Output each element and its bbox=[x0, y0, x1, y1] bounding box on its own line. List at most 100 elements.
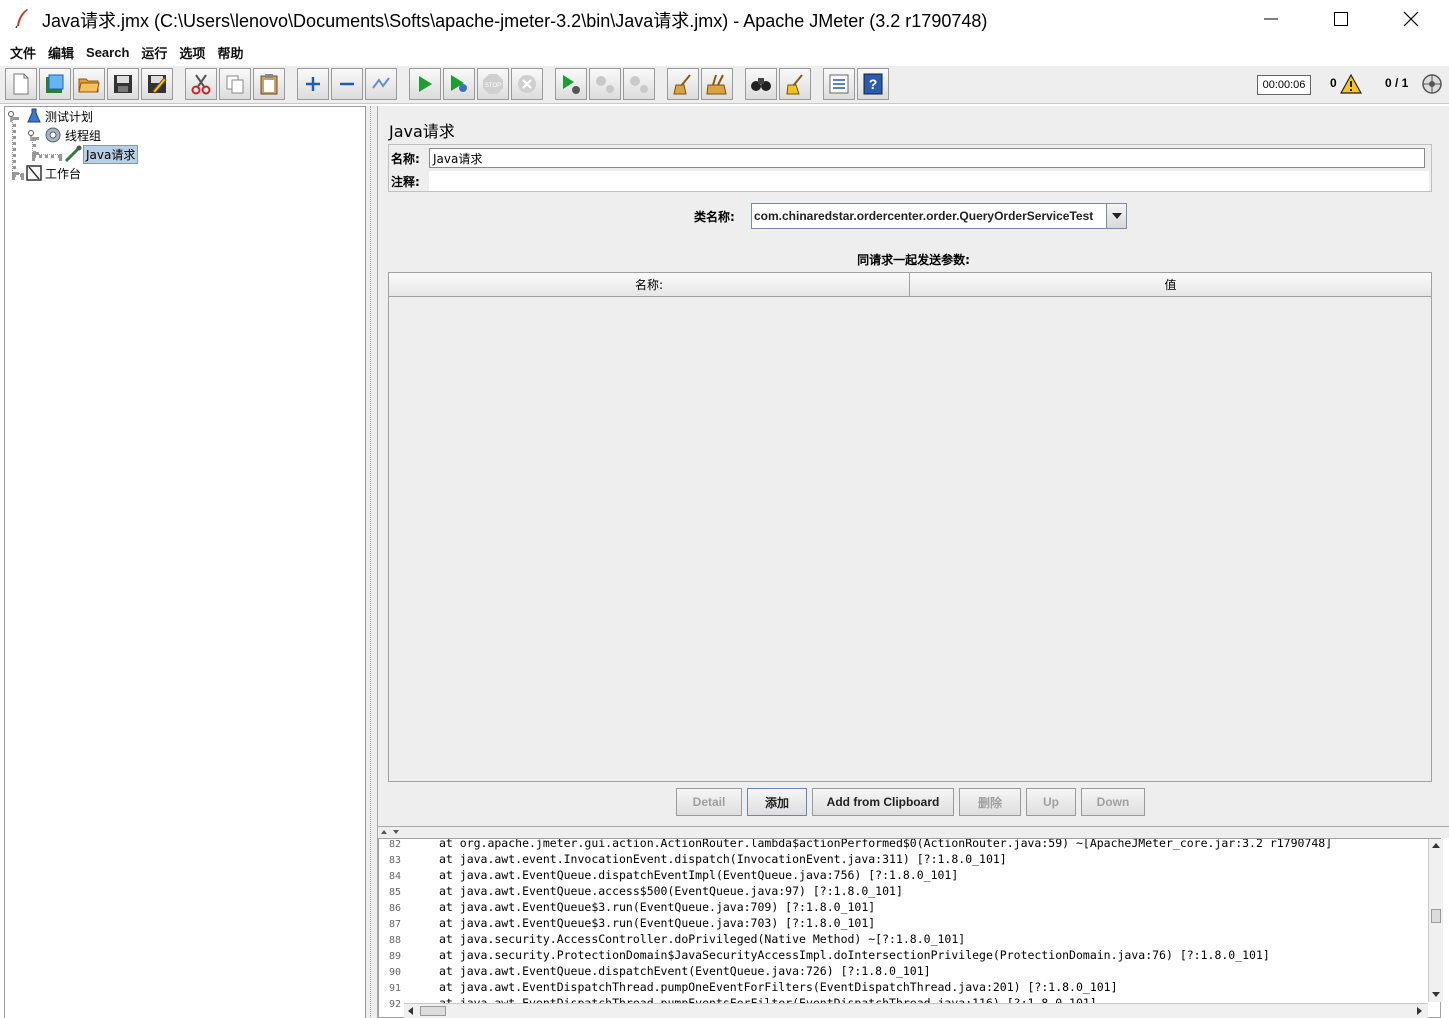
log-line: 82 at org.apache.jmeter.gui.action.Action… bbox=[388, 838, 1333, 850]
minimize-button[interactable] bbox=[1236, 0, 1306, 38]
copy-button[interactable] bbox=[219, 68, 251, 100]
name-comment-box: 名称: Java请求 注释: bbox=[388, 144, 1432, 192]
start-button[interactable] bbox=[409, 68, 441, 100]
comment-label: 注释: bbox=[391, 174, 420, 189]
remote-start-button[interactable] bbox=[555, 68, 587, 100]
chevron-down-icon[interactable] bbox=[1106, 204, 1126, 228]
classname-dropdown[interactable]: com.chinaredstar.ordercenter.order.Query… bbox=[751, 203, 1127, 229]
window-title: Java请求.jmx (C:\Users\lenovo\Documents\So… bbox=[42, 11, 988, 31]
collapse-all-button[interactable] bbox=[331, 68, 363, 100]
menu-edit[interactable]: 编辑 bbox=[42, 43, 80, 62]
elapsed-timer: 00:00:06 bbox=[1257, 75, 1311, 95]
name-field[interactable]: Java请求 bbox=[429, 148, 1425, 168]
toggle-icon bbox=[372, 77, 390, 89]
test-plan-icon bbox=[27, 108, 41, 123]
name-label: 名称: bbox=[391, 151, 420, 166]
detail-button[interactable]: Detail bbox=[676, 788, 742, 816]
shutdown-icon bbox=[518, 75, 536, 93]
reset-search-icon bbox=[786, 74, 803, 95]
search-button[interactable] bbox=[745, 68, 777, 100]
open-button[interactable] bbox=[73, 68, 105, 100]
stop-icon: STOP bbox=[483, 74, 503, 94]
log-line: 85 at java.awt.EventQueue.access$500(Even… bbox=[388, 884, 903, 898]
expand-handle-icon bbox=[28, 130, 34, 141]
close-button[interactable] bbox=[1376, 0, 1446, 38]
vertical-splitter[interactable] bbox=[366, 106, 378, 1018]
test-plan-tree: 测试计划 线程组 Java请求 工作台 bbox=[4, 106, 366, 1018]
remote-stop-button[interactable] bbox=[589, 68, 621, 100]
tree-node-workbench[interactable]: 工作台 bbox=[25, 164, 83, 182]
expand-all-button[interactable] bbox=[297, 68, 329, 100]
clear-all-button[interactable] bbox=[701, 68, 733, 100]
column-name[interactable]: 名称: bbox=[389, 273, 910, 296]
help-icon: ? bbox=[863, 73, 883, 95]
brooms-icon bbox=[706, 74, 727, 95]
toggle-button[interactable] bbox=[365, 68, 397, 100]
warning-icon[interactable] bbox=[1339, 73, 1363, 97]
play-icon bbox=[419, 76, 432, 92]
menu-search[interactable]: Search bbox=[80, 45, 135, 60]
new-button[interactable] bbox=[5, 68, 37, 100]
scroll-down-icon bbox=[1432, 992, 1440, 997]
remote-shutdown-button[interactable] bbox=[623, 68, 655, 100]
save-button[interactable] bbox=[107, 68, 139, 100]
templates-button[interactable] bbox=[39, 68, 71, 100]
parameters-table[interactable]: 名称: 值 bbox=[388, 272, 1432, 782]
log-vertical-scrollbar[interactable] bbox=[1428, 839, 1443, 1002]
templates-icon bbox=[46, 74, 64, 93]
tree-label: 工作台 bbox=[45, 166, 82, 181]
minus-icon bbox=[340, 82, 354, 86]
tree-node-thread-group[interactable]: 线程组 bbox=[27, 126, 103, 144]
comment-field[interactable] bbox=[429, 171, 1429, 191]
menu-bar: 文件 编辑 Search 运行 选项 帮助 bbox=[0, 38, 1449, 66]
log-viewer[interactable]: 82 at org.apache.jmeter.gui.action.Action… bbox=[378, 838, 1441, 1018]
title-bar: Java请求.jmx (C:\Users\lenovo\Documents\So… bbox=[0, 0, 1449, 38]
reset-search-button[interactable] bbox=[779, 68, 811, 100]
down-button[interactable]: Down bbox=[1081, 788, 1145, 816]
scissors-icon bbox=[191, 74, 211, 95]
log-horizontal-scrollbar[interactable] bbox=[404, 1003, 1428, 1018]
shutdown-button[interactable] bbox=[511, 68, 543, 100]
maximize-button[interactable] bbox=[1306, 0, 1376, 38]
scroll-thumb[interactable] bbox=[1431, 909, 1441, 923]
scroll-right-icon bbox=[1417, 1007, 1422, 1015]
remote-shutdown-icon bbox=[630, 76, 648, 93]
floppy-disk-icon bbox=[114, 75, 132, 93]
log-line: 87 at java.awt.EventQueue$3.run(EventQueu… bbox=[388, 916, 876, 930]
plus-icon bbox=[306, 77, 320, 91]
add-button[interactable]: 添加 bbox=[747, 788, 807, 816]
workbench-icon bbox=[26, 165, 42, 181]
menu-run[interactable]: 运行 bbox=[135, 43, 173, 62]
play-no-pause-icon bbox=[451, 75, 467, 92]
list-icon bbox=[829, 74, 849, 94]
log-line: 90 at java.awt.EventQueue.dispatchEvent(E… bbox=[388, 964, 931, 978]
add-from-clipboard-button[interactable]: Add from Clipboard bbox=[812, 788, 954, 816]
menu-help[interactable]: 帮助 bbox=[211, 43, 249, 62]
scroll-up-icon bbox=[1432, 843, 1440, 848]
clear-button[interactable] bbox=[667, 68, 699, 100]
log-line: 84 at java.awt.EventQueue.dispatchEventIm… bbox=[388, 868, 959, 882]
menu-options[interactable]: 选项 bbox=[173, 43, 211, 62]
menu-file[interactable]: 文件 bbox=[4, 43, 42, 62]
folder-open-icon bbox=[78, 78, 100, 93]
save-as-button[interactable] bbox=[141, 68, 173, 100]
paste-button[interactable] bbox=[253, 68, 285, 100]
function-helper-button[interactable] bbox=[823, 68, 855, 100]
up-button[interactable]: Up bbox=[1026, 788, 1076, 816]
classname-value: com.chinaredstar.ordercenter.order.Query… bbox=[754, 209, 1094, 223]
stop-button[interactable]: STOP bbox=[477, 68, 509, 100]
start-no-pauses-button[interactable] bbox=[443, 68, 475, 100]
java-request-panel: Java请求 名称: Java请求 注释: 类名称: com.chinareds… bbox=[378, 106, 1449, 826]
tree-node-test-plan[interactable]: 测试计划 bbox=[7, 107, 95, 125]
cut-button[interactable] bbox=[185, 68, 217, 100]
tree-node-java-request[interactable]: Java请求 bbox=[63, 144, 139, 164]
scroll-thumb[interactable] bbox=[420, 1006, 446, 1016]
tree-label: Java请求 bbox=[83, 144, 139, 164]
horizontal-splitter[interactable] bbox=[378, 826, 1449, 838]
column-value[interactable]: 值 bbox=[910, 273, 1431, 296]
splitter-arrows-icon bbox=[381, 830, 399, 834]
help-button[interactable]: ? bbox=[857, 68, 889, 100]
delete-button[interactable]: 删除 bbox=[959, 788, 1021, 816]
panel-scrollbar[interactable] bbox=[1441, 106, 1449, 826]
log-line: 89 at java.security.ProtectionDomain$Java… bbox=[388, 948, 1270, 962]
